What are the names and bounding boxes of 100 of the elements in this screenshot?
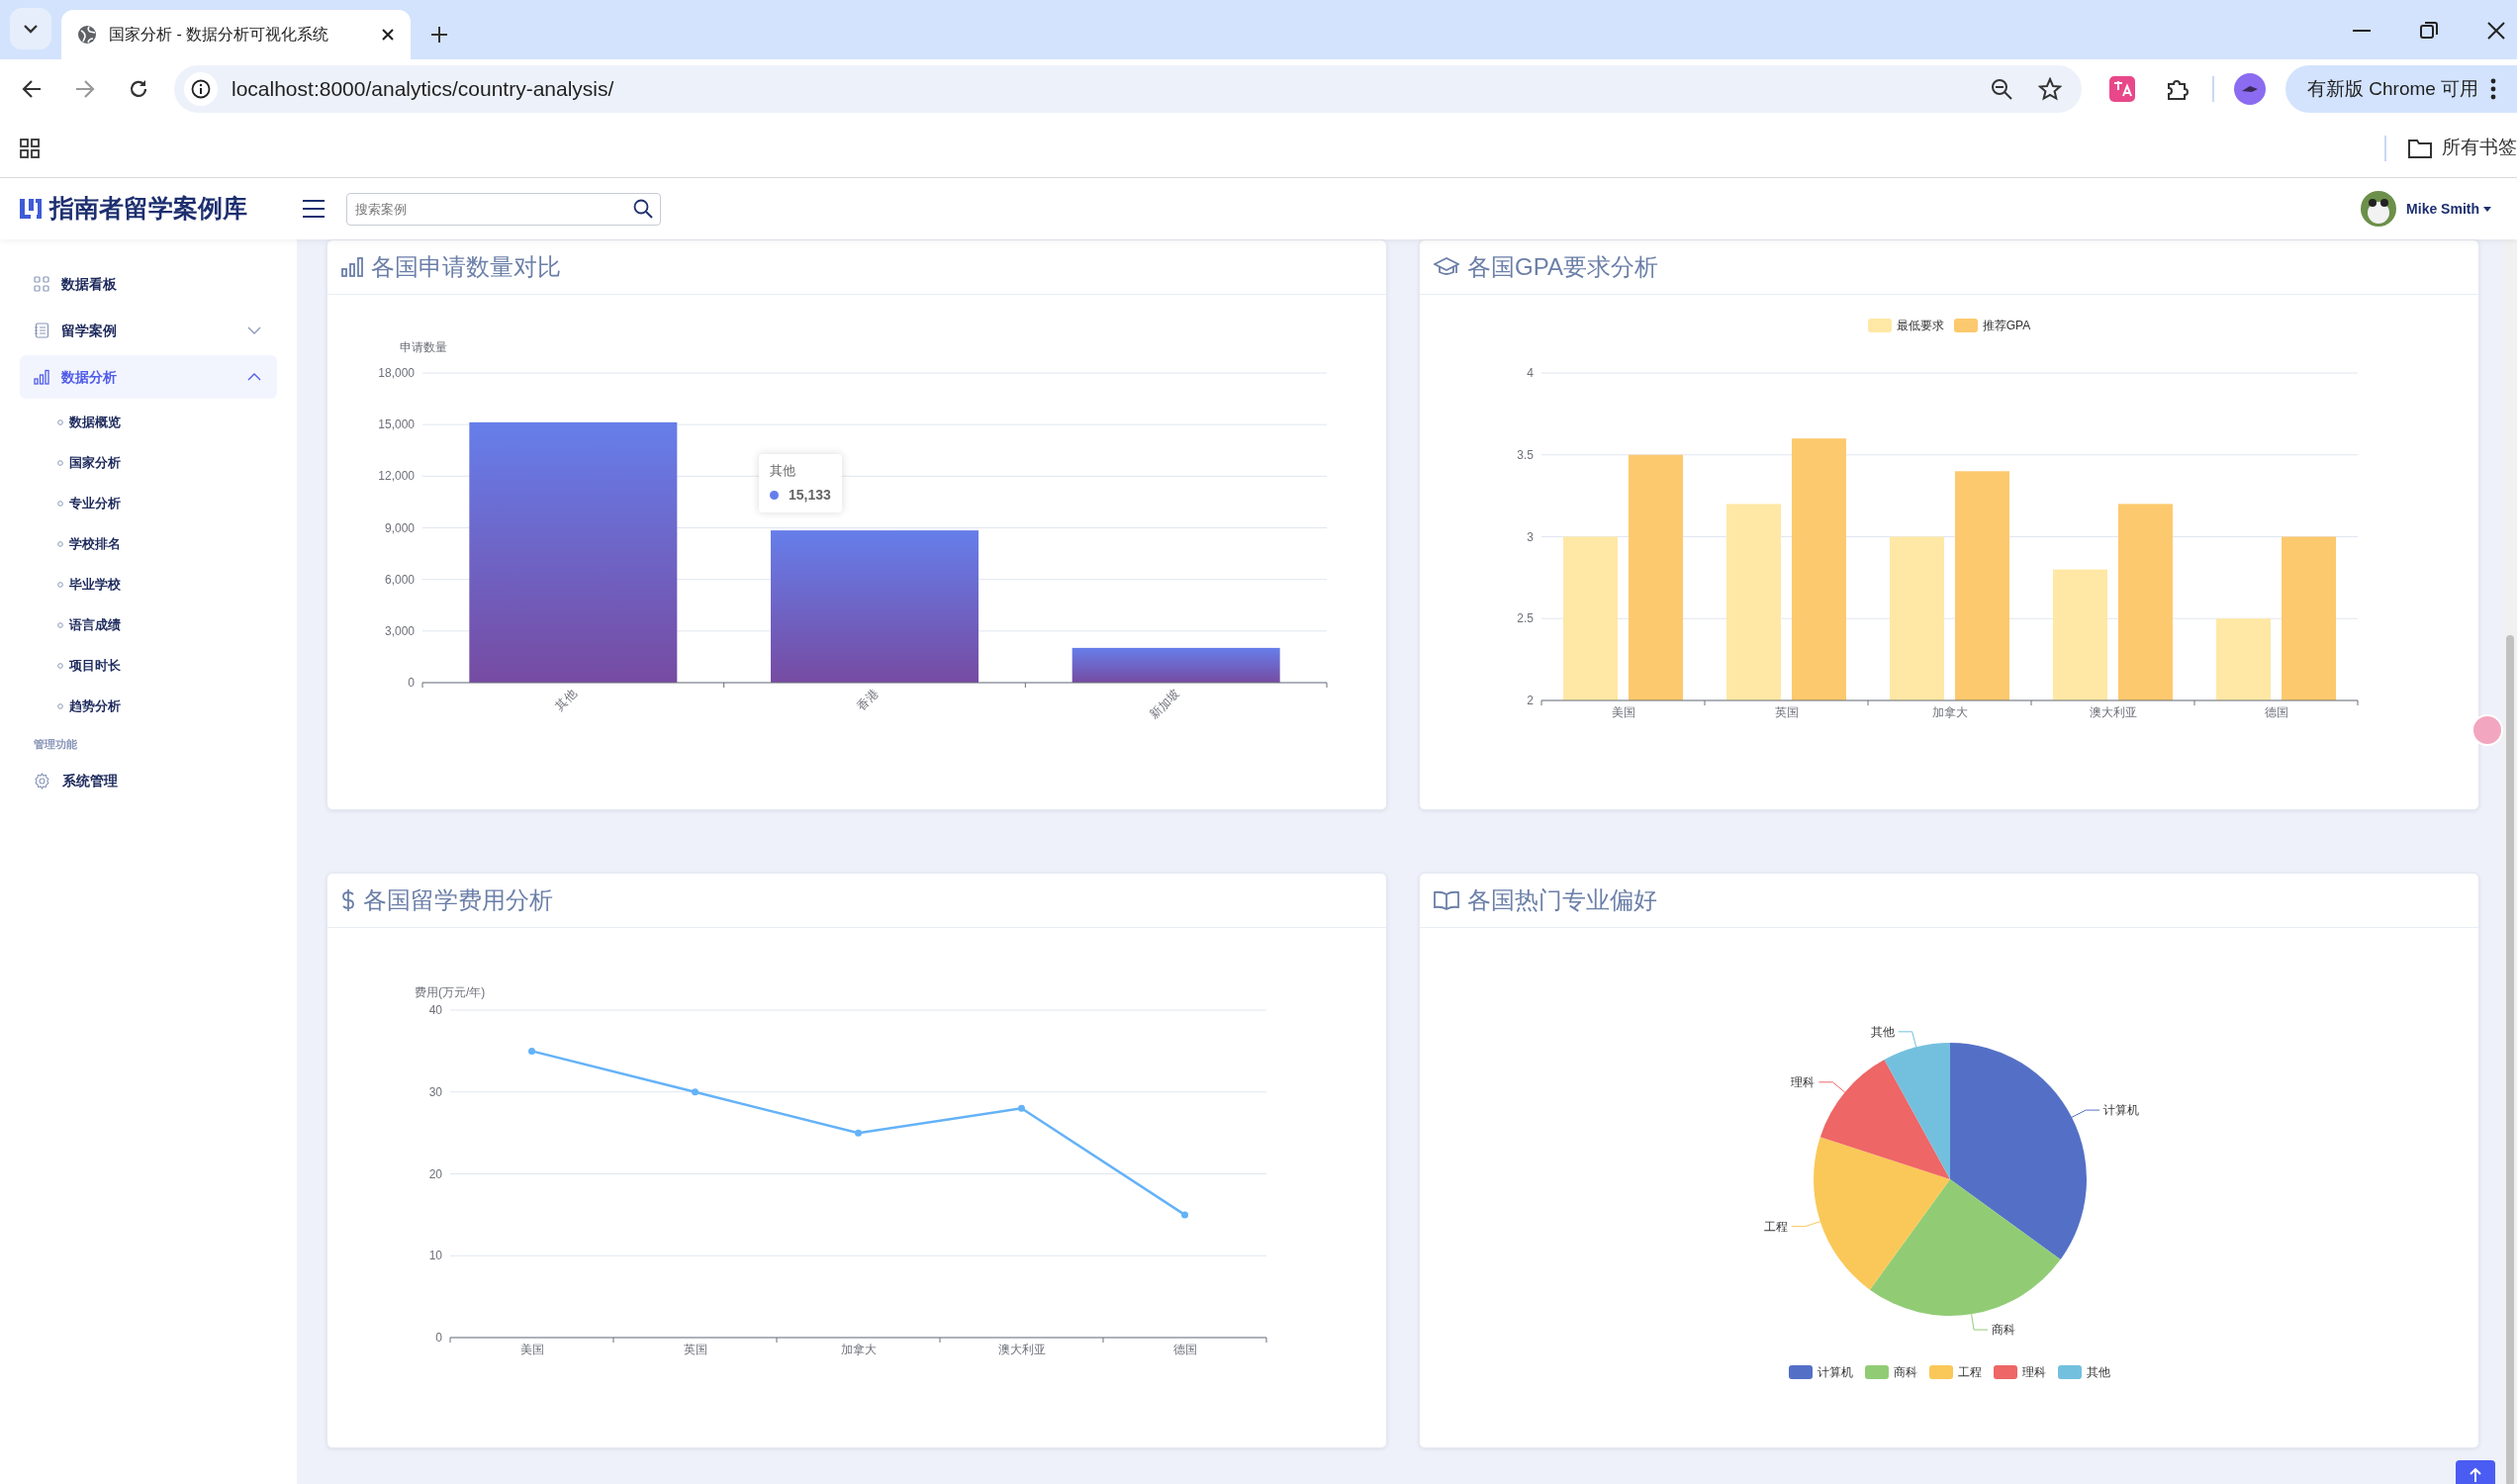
axis-label: 英国	[1774, 705, 1799, 719]
pie-slice[interactable]	[1950, 1043, 2087, 1260]
zoom-out-icon[interactable]	[1991, 78, 2012, 100]
slice-label: 工程	[1763, 1219, 1788, 1234]
pie-slice[interactable]	[1814, 1137, 1950, 1290]
app-logo-text[interactable]: 指南者留学案例库	[49, 190, 247, 228]
axis-title: 申请数量	[400, 340, 447, 354]
data-point[interactable]	[1181, 1211, 1188, 1219]
info-icon[interactable]	[191, 79, 211, 99]
axis-label: 3	[1527, 529, 1534, 544]
user-avatar[interactable]	[2361, 191, 2397, 227]
axis-label: 3.5	[1517, 447, 1534, 462]
slice-label: 商科	[1992, 1323, 2016, 1338]
grid-icon	[34, 276, 49, 292]
axis-label: 40	[428, 1003, 442, 1017]
bar-chart-icon	[341, 257, 363, 277]
data-point[interactable]	[1018, 1104, 1025, 1112]
new-tab-icon[interactable]	[430, 26, 448, 44]
section-label: 管理功能	[34, 736, 77, 752]
data-point[interactable]	[692, 1088, 699, 1096]
sidebar-item[interactable]: 数据看板	[20, 262, 277, 306]
axis-label: 德国	[2264, 705, 2288, 719]
leader-line	[1791, 1221, 1821, 1228]
axis-label: 12,000	[378, 469, 415, 484]
card-title: 各国热门专业偏好	[1467, 885, 1657, 915]
pie-slice[interactable]	[1884, 1043, 1950, 1179]
axis-label: 美国	[519, 1343, 544, 1356]
forward-icon[interactable]	[75, 80, 95, 98]
legend-swatch[interactable]	[1788, 1365, 1813, 1379]
sidebar-subitem[interactable]: 毕业学校	[20, 564, 277, 604]
bookmarks-link[interactable]: 所有书签	[2442, 134, 2517, 162]
logo-icon	[18, 197, 44, 221]
back-icon[interactable]	[22, 80, 42, 98]
leader-line	[1818, 1081, 1846, 1093]
axis-label: 英国	[683, 1343, 707, 1356]
axis-label: 其他	[552, 687, 580, 714]
translate-extension-icon[interactable]	[2109, 76, 2135, 102]
sidebar-item[interactable]: 系统管理	[20, 759, 277, 802]
scrollbar[interactable]	[2503, 239, 2517, 1484]
legend-swatch[interactable]	[1867, 319, 1892, 332]
axis-label: 0	[408, 676, 415, 690]
sidebar-subitem[interactable]: 学校排名	[20, 523, 277, 564]
legend-label[interactable]: 商科	[1893, 1363, 1917, 1381]
sidebar-item[interactable]: 数据分析	[20, 355, 277, 399]
legend-label[interactable]: 其他	[2086, 1363, 2110, 1381]
sidebar-subitem[interactable]: 趋势分析	[20, 686, 277, 726]
search-field[interactable]: 搜索案例	[346, 192, 661, 226]
legend-label[interactable]: 推荐GPA	[1982, 317, 2031, 334]
legend-label[interactable]: 计算机	[1817, 1363, 1853, 1381]
axis-label: 加拿大	[840, 1343, 877, 1356]
legend-label[interactable]: 理科	[2021, 1363, 2046, 1381]
legend-swatch[interactable]	[1953, 319, 1978, 332]
leader-line	[1971, 1313, 1989, 1331]
legend-label[interactable]: 工程	[1957, 1363, 1982, 1381]
bullet-icon	[57, 540, 63, 547]
close-icon[interactable]	[381, 28, 395, 42]
sidebar-subitem[interactable]: 项目时长	[20, 645, 277, 686]
data-point[interactable]	[528, 1047, 535, 1055]
legend-swatch[interactable]	[1993, 1365, 2017, 1379]
apps-grid-icon[interactable]	[20, 138, 40, 158]
bar[interactable]	[1072, 647, 1280, 683]
profile-avatar-icon[interactable]	[2234, 73, 2266, 105]
browser-tab[interactable]: 国家分析 - 数据分析可视化系统	[61, 10, 411, 59]
leader-line	[1898, 1031, 1917, 1048]
legend-label[interactable]: 最低要求	[1896, 317, 1944, 334]
arrow-up-icon	[2470, 1468, 2481, 1482]
legend-swatch[interactable]	[1928, 1365, 1953, 1379]
star-icon[interactable]	[2038, 77, 2062, 101]
axis-label: 0	[435, 1331, 442, 1345]
menu-icon[interactable]	[303, 200, 325, 218]
bullet-icon	[57, 621, 63, 628]
sidebar-subitem[interactable]: 语言成绩	[20, 604, 277, 645]
slice-label: 理科	[1791, 1074, 1816, 1089]
address-bar[interactable]: localhost:8000/analytics/country-analysis/	[174, 65, 2082, 113]
slice-label: 计算机	[2103, 1103, 2140, 1118]
user-name-menu[interactable]: Mike Smith	[2406, 198, 2479, 220]
tab-list-button[interactable]	[10, 8, 51, 49]
sidebar-subitem[interactable]: 数据概览	[20, 402, 277, 442]
restore-icon[interactable]	[2420, 22, 2438, 40]
search-icon[interactable]	[633, 198, 653, 219]
data-point[interactable]	[855, 1129, 862, 1137]
sidebar-subitem[interactable]: 国家分析	[20, 442, 277, 483]
legend-swatch[interactable]	[2057, 1365, 2082, 1379]
card-title: 各国GPA要求分析	[1467, 252, 1658, 282]
bullet-icon	[57, 662, 63, 669]
more-icon[interactable]	[2490, 78, 2497, 100]
update-chrome-button[interactable]: 有新版 Chrome 可用	[2285, 65, 2517, 113]
tab-title: 国家分析 - 数据分析可视化系统	[109, 25, 330, 45]
sidebar-subitem[interactable]: 专业分析	[20, 483, 277, 523]
pie-slice[interactable]	[1869, 1179, 2061, 1316]
sidebar-item[interactable]: 留学案例	[20, 309, 277, 352]
dollar-icon	[341, 889, 355, 911]
axis-label: 20	[428, 1166, 442, 1181]
bullet-icon	[57, 459, 63, 466]
axis-label: 德国	[1172, 1343, 1197, 1356]
legend-swatch[interactable]	[1864, 1365, 1889, 1379]
leader-line	[2071, 1109, 2100, 1118]
reload-icon[interactable]	[129, 79, 148, 99]
pie-slice[interactable]	[1819, 1060, 1950, 1179]
close-icon[interactable]	[2487, 22, 2505, 40]
